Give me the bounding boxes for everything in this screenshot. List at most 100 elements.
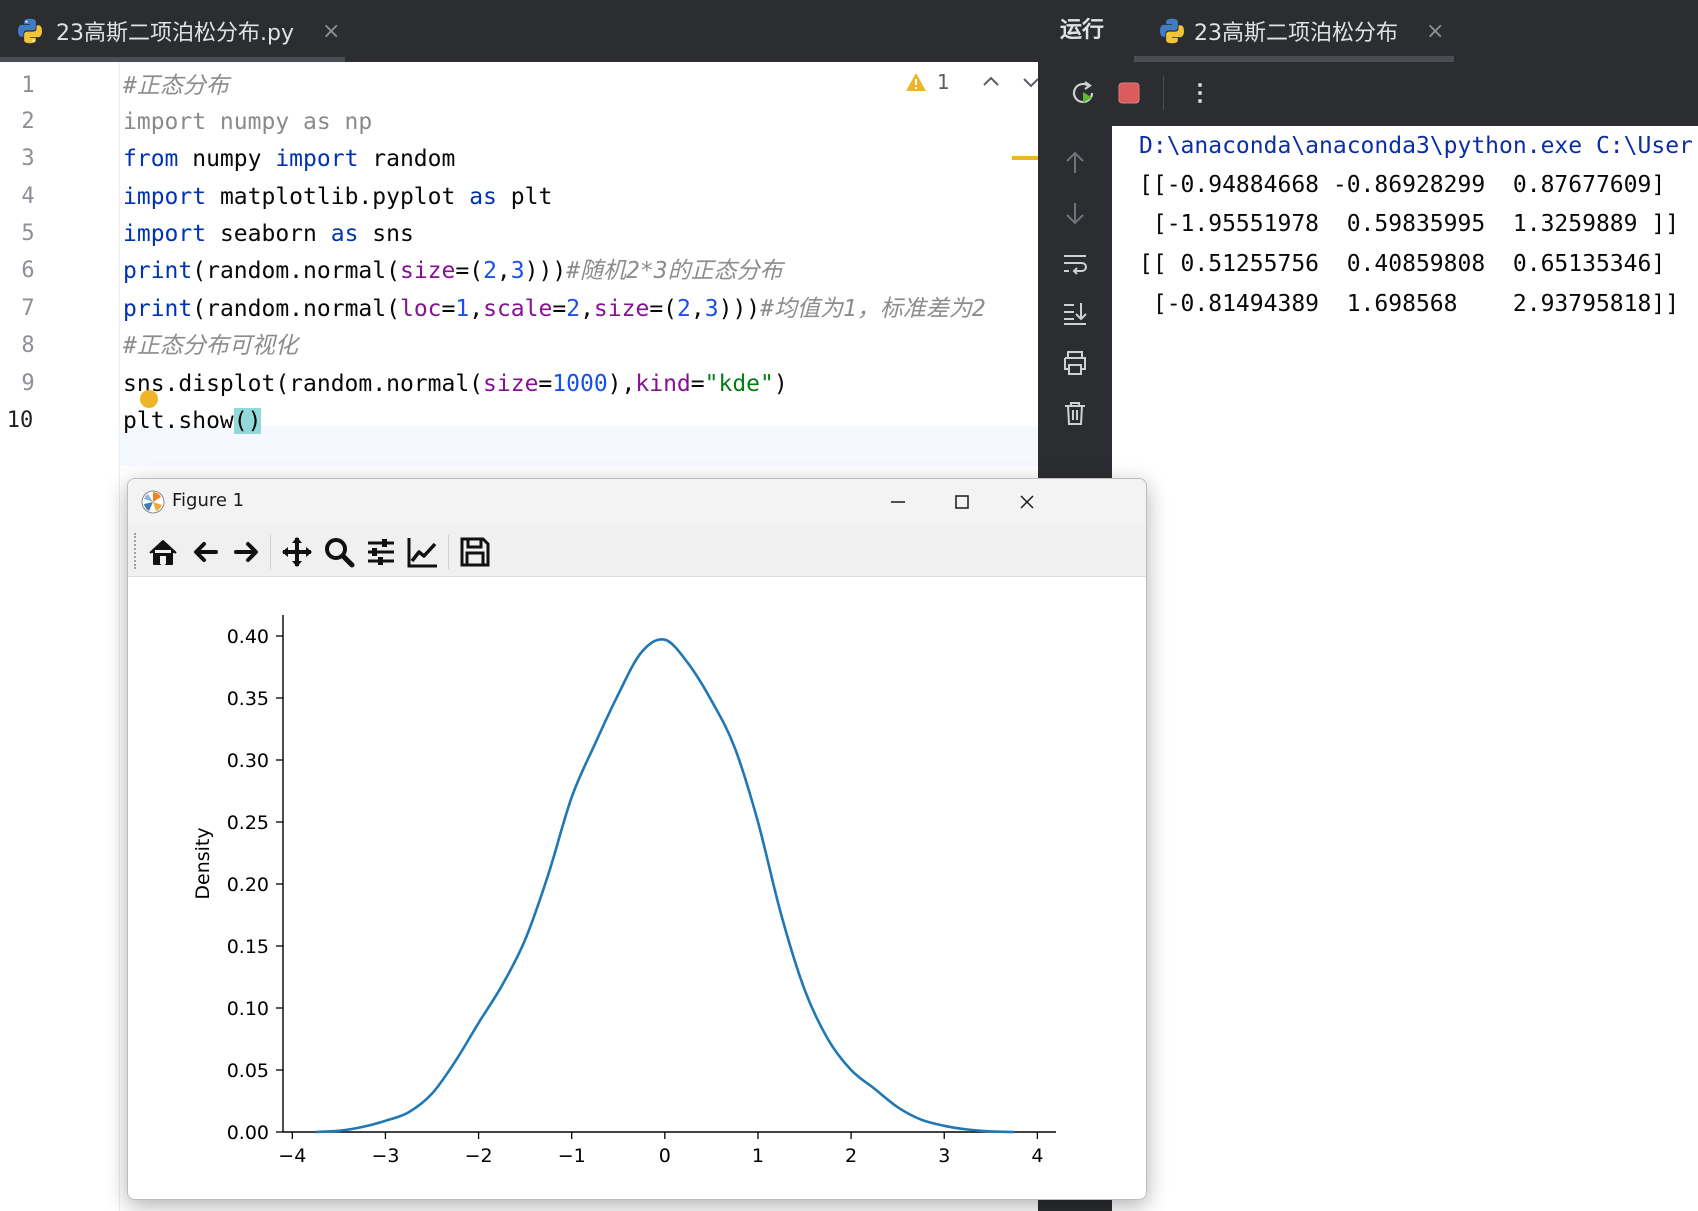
close-icon[interactable]: × [1426, 19, 1444, 44]
y-tick-label: 0.30 [227, 750, 269, 772]
figure-canvas[interactable]: 0.00 0.05 0.10 0.15 0.20 0.25 0.30 0.35 0.40 −4−… [128, 577, 1147, 1200]
editor-tab-bar: 23高斯二项泊松分布.py × [0, 0, 1038, 62]
code-text: ) [773, 371, 788, 397]
scrollbar-warning-marker[interactable] [1012, 156, 1038, 160]
arrow-down-icon[interactable] [1060, 198, 1090, 228]
code-text: ), [607, 371, 636, 397]
y-tick-label: 0.15 [227, 936, 269, 958]
keyword: as [469, 184, 497, 210]
run-toolbar [1038, 62, 1698, 126]
close-icon[interactable]: × [322, 19, 340, 44]
editor-tab[interactable]: 23高斯二项泊松分布.py × [0, 0, 345, 62]
print-icon[interactable] [1060, 348, 1090, 378]
line-number: 3 [21, 146, 35, 171]
home-icon[interactable] [146, 535, 180, 569]
y-tick-label: 0.05 [227, 1060, 269, 1082]
editor-tab-title: 23高斯二项泊松分布.py [56, 21, 294, 46]
x-axis-ticks: −4 −3 −2 −1 0 1 2 3 4 [278, 1132, 1043, 1167]
parameter: scale [483, 296, 553, 322]
stop-icon[interactable] [1114, 78, 1144, 108]
number: 1 [455, 296, 470, 322]
code-text: plt [496, 184, 553, 210]
code-text: numpy [178, 146, 276, 172]
toolbar-separator [1163, 76, 1164, 110]
python-file-icon [18, 18, 42, 44]
keyword: import [275, 146, 359, 172]
line-number: 6 [21, 258, 35, 283]
code-text: = [441, 296, 456, 322]
warning-icon [906, 73, 926, 91]
lightbulb-icon[interactable] [140, 390, 158, 408]
line-number: 8 [21, 333, 35, 358]
console-line: D:\anaconda\anaconda3\python.exe C:\User [1139, 133, 1693, 159]
run-config-tab[interactable]: 23高斯二项泊松分布 × [1158, 0, 1444, 62]
y-tick-label: 0.40 [227, 626, 269, 648]
console-line: [-0.81494389 1.698568 2.93795818]] [1139, 291, 1680, 317]
number: 3 [704, 296, 719, 322]
edit-axis-icon[interactable] [406, 535, 440, 569]
scroll-to-end-icon[interactable] [1060, 298, 1090, 328]
run-panel-header: 运行 23高斯二项泊松分布 × [1038, 0, 1698, 62]
arrow-up-icon[interactable] [1060, 148, 1090, 178]
toolbar-grip [134, 533, 136, 569]
y-axis-label: Density [192, 827, 214, 899]
code-text: sns [358, 221, 414, 247]
parameter: size [399, 258, 456, 284]
code-text: , [496, 258, 511, 284]
screen: { "editor_tab": { "title": "23高斯二项泊松分布.p… [0, 0, 1698, 1211]
save-icon[interactable] [458, 535, 492, 569]
soft-wrap-icon[interactable] [1060, 248, 1090, 278]
x-tick-label: 4 [1031, 1145, 1043, 1167]
code-line-1: #正态分布 [123, 73, 229, 99]
kde-plot[interactable]: 0.000.050.100.150.200.250.300.350.40 −4−… [128, 577, 1147, 1200]
code-line-9: sns.displot(random.normal(size=1000),kin… [123, 364, 788, 404]
figure-title: Figure 1 [172, 490, 245, 511]
y-tick-label: 0.25 [227, 812, 269, 834]
line-gutter: 1 2 3 4 5 6 7 8 9 10 [0, 62, 120, 1211]
x-tick-label: −2 [465, 1145, 493, 1167]
zoom-icon[interactable] [322, 535, 356, 569]
y-tick-label: 0.20 [227, 874, 269, 896]
figure-title-bar[interactable]: Figure 1 [128, 479, 1146, 525]
keyword: from [123, 146, 179, 172]
line-number: 7 [21, 296, 35, 321]
number: 2 [677, 296, 691, 322]
line-number: 5 [21, 221, 35, 246]
code-text: seaborn [206, 221, 331, 247]
minimize-icon[interactable] [883, 487, 913, 517]
y-axis-ticks: 0.00 0.05 0.10 0.15 0.20 0.25 0.30 0.35 0.40 [227, 626, 283, 1144]
y-tick-label: 0.10 [227, 998, 269, 1020]
x-tick-label: 2 [845, 1145, 857, 1167]
trash-icon[interactable] [1060, 398, 1090, 428]
x-tick-label: −1 [558, 1145, 586, 1167]
code-text: , [580, 296, 594, 322]
inspection-widget[interactable]: 1 [905, 70, 1042, 94]
line-number: 9 [21, 371, 35, 396]
line-number: 4 [21, 184, 35, 209]
line-number-current: 10 [6, 408, 34, 433]
chevron-up-icon[interactable] [980, 71, 1002, 93]
maximize-icon[interactable] [947, 487, 977, 517]
run-panel-title: 运行 [1060, 18, 1105, 43]
configure-subplots-icon[interactable] [364, 535, 398, 569]
comment: #随机2*3的正态分布 [566, 258, 783, 284]
toolbar-separator [448, 535, 449, 569]
keyword: import [123, 221, 207, 247]
code-line-6: print(random.normal(size=(2,3)))#随机2*3的正… [123, 251, 783, 291]
code-line-8: #正态分布可视化 [123, 333, 298, 359]
more-options-icon[interactable] [1185, 78, 1215, 108]
close-window-icon[interactable] [1012, 487, 1042, 517]
forward-icon[interactable] [230, 535, 264, 569]
pan-icon[interactable] [280, 535, 314, 569]
back-icon[interactable] [188, 535, 222, 569]
rerun-icon[interactable] [1068, 78, 1098, 108]
line-number: 1 [21, 73, 35, 98]
code-text: matplotlib.pyplot [206, 184, 470, 210]
code-text: =( [455, 258, 484, 284]
code-text: , [690, 296, 705, 322]
x-tick-label: 0 [659, 1145, 671, 1167]
x-tick-label: 3 [938, 1145, 950, 1167]
x-tick-label: −4 [278, 1145, 306, 1167]
builtin: print [123, 296, 193, 322]
console-output[interactable]: D:\anaconda\anaconda3\python.exe C:\User… [1112, 126, 1698, 1211]
